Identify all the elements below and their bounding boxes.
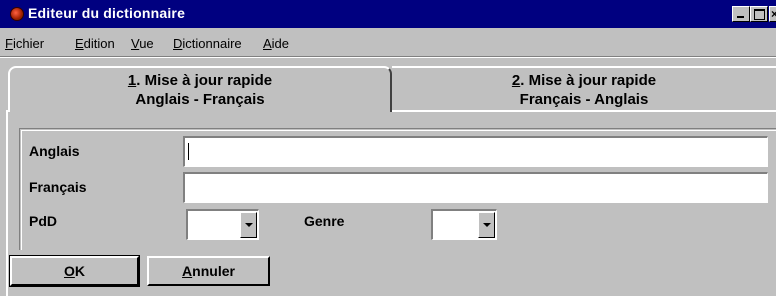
window-title: Editeur du dictionnaire — [28, 5, 186, 21]
francais-label: Français — [29, 179, 87, 195]
tab-1-title: 1. Mise à jour rapide — [127, 72, 273, 89]
anglais-label: Anglais — [29, 143, 80, 159]
maximize-button[interactable] — [750, 6, 768, 22]
pdd-select[interactable] — [186, 209, 259, 240]
chevron-down-icon — [245, 223, 253, 227]
title-bar[interactable]: Editeur du dictionnaire × — [0, 0, 776, 28]
dictionary-editor-window: Editeur du dictionnaire × Fichier Editio… — [0, 0, 776, 296]
anglais-input[interactable] — [183, 136, 768, 167]
chevron-down-icon — [483, 223, 491, 227]
francais-input[interactable] — [183, 172, 768, 203]
ok-button[interactable]: OK — [9, 255, 140, 287]
pdd-label: PdD — [29, 213, 57, 229]
close-button[interactable]: × — [769, 6, 776, 22]
tab-quick-update-en-fr[interactable]: 1. Mise à jour rapide Anglais - Français — [8, 66, 392, 112]
menu-aide[interactable]: Aide — [263, 36, 289, 51]
text-caret — [188, 143, 189, 160]
tab-2-subtitle: Français - Anglais — [519, 91, 649, 108]
cancel-button[interactable]: Annuler — [147, 256, 270, 286]
genre-label: Genre — [304, 213, 345, 229]
menu-vue[interactable]: Vue — [131, 36, 154, 51]
menu-edition[interactable]: Edition — [75, 36, 115, 51]
genre-select[interactable] — [431, 209, 497, 240]
genre-dropdown-button[interactable] — [478, 212, 495, 238]
menu-bar: Fichier Edition Vue Dictionnaire Aide — [0, 32, 776, 54]
menu-dictionnaire[interactable]: Dictionnaire — [173, 36, 242, 51]
tab-1-subtitle: Anglais - Français — [135, 91, 265, 108]
pdd-dropdown-button[interactable] — [240, 212, 257, 238]
minimize-icon — [737, 16, 744, 18]
menu-fichier[interactable]: Fichier — [5, 36, 44, 51]
tab-2-title: 2. Mise à jour rapide — [511, 72, 657, 89]
tab-panel-edge — [392, 110, 776, 112]
close-icon: × — [771, 7, 776, 21]
tab-quick-update-fr-en[interactable]: 2. Mise à jour rapide Français - Anglais — [392, 66, 776, 110]
minimize-button[interactable] — [732, 6, 750, 22]
maximize-icon — [754, 9, 765, 20]
menu-separator — [0, 56, 776, 58]
app-icon[interactable] — [10, 7, 24, 21]
